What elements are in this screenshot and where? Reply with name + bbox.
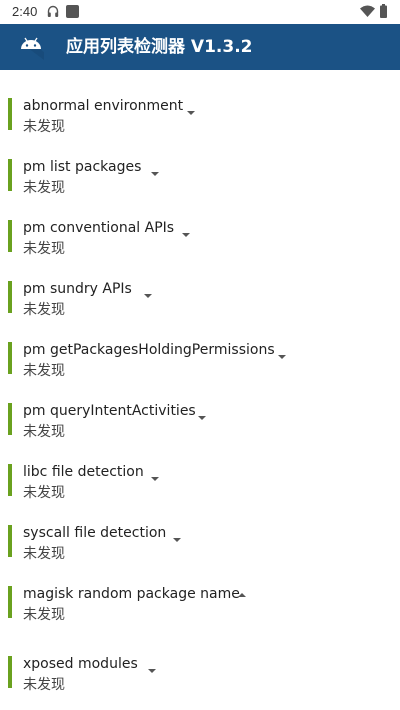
battery-icon [380,4,387,18]
row-title: magisk random package name [23,586,240,602]
row-title: pm queryIntentActivities [23,403,196,419]
detection-row-abnormal-environment[interactable]: abnormal environment 未发现 [0,80,400,135]
detection-row-xposed-modules[interactable]: xposed modules 未发现 [0,638,400,693]
chevron-down-icon[interactable] [150,171,160,177]
detection-row-pm-queryintentactivities[interactable]: pm queryIntentActivities 未发现 [0,385,400,440]
row-status: 未发现 [23,607,65,623]
row-title: pm list packages [23,159,142,175]
status-bar: 2:40 [0,0,400,24]
chevron-down-icon[interactable] [147,668,157,674]
wifi-icon [360,5,375,17]
chevron-up-icon[interactable] [237,592,247,598]
row-status: 未发现 [23,241,65,257]
chevron-down-icon[interactable] [181,232,191,238]
row-accent-bar [8,281,12,313]
chevron-down-icon[interactable] [150,476,160,482]
row-status: 未发现 [23,485,65,501]
detection-row-pm-conventional-apis[interactable]: pm conventional APIs 未发现 [0,202,400,257]
row-accent-bar [8,586,12,618]
row-status: 未发现 [23,424,65,440]
row-accent-bar [8,464,12,496]
row-accent-bar [8,403,12,435]
row-title: syscall file detection [23,525,167,541]
chevron-down-icon[interactable] [172,537,182,543]
status-time: 2:40 [12,4,38,19]
row-accent-bar [8,656,12,688]
detection-row-libc-file-detection[interactable]: libc file detection 未发现 [0,446,400,501]
row-title: pm getPackagesHoldingPermissions [23,342,275,358]
row-status: 未发现 [23,363,65,379]
detection-row-pm-list-packages[interactable]: pm list packages 未发现 [0,141,400,196]
row-status: 未发现 [23,677,65,693]
app-notification-icon [66,5,79,18]
app-title: 应用列表检测器 V1.3.2 [66,37,253,57]
chevron-down-icon[interactable] [186,110,196,116]
app-bar: 应用列表检测器 V1.3.2 [0,24,400,70]
detection-row-magisk-random-package-name[interactable]: magisk random package name 未发现 [0,568,400,623]
row-title: pm conventional APIs [23,220,175,236]
headset-icon [47,5,59,17]
row-status: 未发现 [23,546,65,562]
detection-row-pm-getpackagesholdingpermissions[interactable]: pm getPackagesHoldingPermissions 未发现 [0,324,400,379]
row-title: pm sundry APIs [23,281,132,297]
detection-row-syscall-file-detection[interactable]: syscall file detection 未发现 [0,507,400,562]
row-accent-bar [8,342,12,374]
row-accent-bar [8,159,12,191]
row-accent-bar [8,525,12,557]
row-title: abnormal environment [23,98,184,114]
row-status: 未发现 [23,302,65,318]
chevron-down-icon[interactable] [277,354,287,360]
row-title: libc file detection [23,464,144,480]
chevron-down-icon[interactable] [143,293,153,299]
row-status: 未发现 [23,119,65,135]
row-status: 未发现 [23,180,65,196]
detection-row-pm-sundry-apis[interactable]: pm sundry APIs 未发现 [0,263,400,318]
row-accent-bar [8,220,12,252]
chevron-down-icon[interactable] [197,415,207,421]
android-icon [21,37,44,60]
row-title: xposed modules [23,656,138,672]
row-accent-bar [8,98,12,130]
